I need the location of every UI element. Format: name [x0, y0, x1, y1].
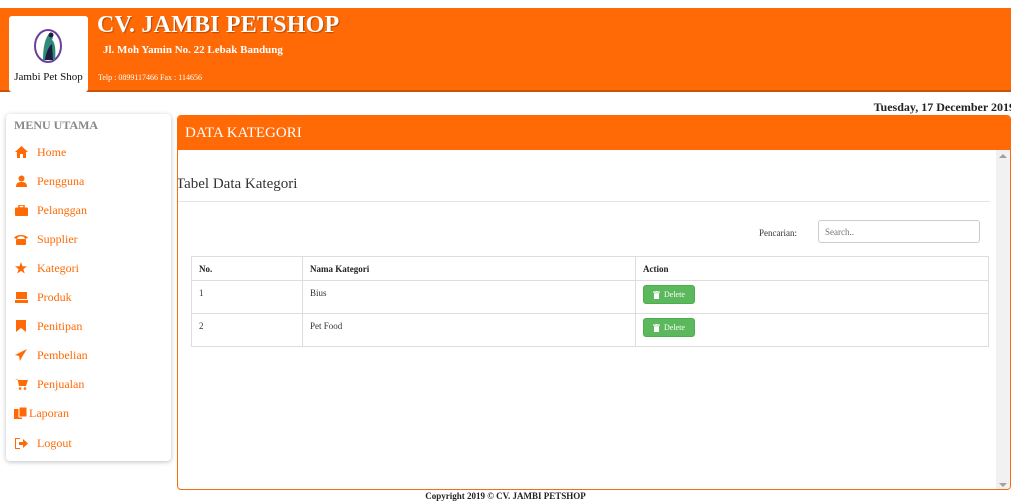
search-label: Pencarian:	[759, 228, 797, 238]
star-icon	[14, 261, 28, 275]
cell-nama: Pet Food	[302, 313, 636, 347]
table-header-row: No. Nama Kategori Action	[191, 256, 989, 281]
sidebar-item-kategori[interactable]: Kategori	[14, 257, 79, 279]
logout-icon	[14, 436, 28, 450]
sidebar-item-label: Penjualan	[37, 376, 85, 391]
brand-address: Jl. Moh Yamin No. 22 Lebak Bandung	[103, 44, 283, 56]
cart-icon	[14, 377, 28, 391]
sidebar-item-supplier[interactable]: Supplier	[14, 228, 78, 250]
sidebar-item-label: Pengguna	[37, 173, 85, 188]
cell-action: Delete	[635, 280, 989, 314]
pet-logo-icon	[34, 29, 62, 63]
sidebar-item-label: Produk	[37, 289, 72, 304]
sidebar-item-pelanggan[interactable]: Pelanggan	[14, 199, 87, 221]
sidebar-item-label: Kategori	[37, 260, 79, 275]
sidebar-item-label: Home	[37, 144, 67, 159]
current-date: Tuesday, 17 December 2019	[873, 100, 1011, 114]
delete-button[interactable]: Delete	[643, 285, 695, 304]
column-header-action[interactable]: Action	[635, 256, 989, 281]
table-row: 1 Bius Delete	[191, 280, 989, 314]
menu-title: MENU UTAMA	[14, 118, 99, 132]
user-icon	[14, 174, 28, 188]
delete-button-label: Delete	[664, 290, 685, 299]
column-header-no[interactable]: No.	[191, 256, 303, 281]
sidebar-item-logout[interactable]: Logout	[14, 432, 72, 454]
sidebar-item-label: Penitipan	[37, 318, 83, 333]
cell-no: 2	[191, 313, 303, 347]
hdd-icon	[14, 290, 28, 304]
send-icon	[14, 348, 28, 362]
delete-button[interactable]: Delete	[643, 318, 695, 337]
delete-button-label: Delete	[664, 323, 685, 332]
home-icon	[14, 145, 28, 159]
content-panel: DATA KATEGORI Tabel Data Kategori Pencar…	[177, 115, 1011, 490]
trash-icon	[653, 290, 660, 299]
cell-action: Delete	[635, 313, 989, 347]
sidebar-item-penjualan[interactable]: Penjualan	[14, 373, 84, 395]
sidebar-item-label: Laporan	[29, 405, 69, 420]
table-row: 2 Pet Food Delete	[191, 313, 989, 347]
sidebar-item-pembelian[interactable]: Pembelian	[14, 344, 88, 366]
brand-title: CV. JAMBI PETSHOP	[97, 12, 340, 38]
site-header: Jambi Pet Shop CV. JAMBI PETSHOP Jl. Moh…	[0, 8, 1011, 92]
sidebar-item-label: Supplier	[37, 231, 78, 246]
logo[interactable]: Jambi Pet Shop	[9, 16, 88, 92]
sidebar-item-penitipan[interactable]: Penitipan	[14, 315, 82, 337]
scroll-up-icon[interactable]	[999, 154, 1007, 158]
column-header-nama[interactable]: Nama Kategori	[302, 256, 636, 281]
logo-text: Jambi Pet Shop	[14, 71, 83, 83]
footer-copyright: Copyright 2019 © CV. JAMBI PETSHOP	[425, 491, 586, 501]
table-heading: Tabel Data Kategori	[177, 176, 298, 192]
kategori-table: No. Nama Kategori Action 1 Bius Delete 2…	[191, 256, 989, 347]
brand-phone: Telp : 0899117466 Fax : 114656	[98, 73, 202, 82]
bookmark-icon	[14, 319, 28, 333]
cell-no: 1	[191, 280, 303, 314]
sidebar-item-laporan[interactable]: Laporan	[14, 402, 69, 424]
sidebar-item-label: Pelanggan	[37, 202, 87, 217]
sidebar-item-home[interactable]: Home	[14, 141, 66, 163]
sidebar-item-label: Pembelian	[37, 347, 88, 362]
cell-nama: Bius	[302, 280, 636, 314]
vertical-scrollbar[interactable]	[996, 150, 1010, 489]
files-icon	[14, 406, 28, 420]
sidebar-item-produk[interactable]: Produk	[14, 286, 72, 308]
phone-icon	[14, 232, 28, 246]
sidebar: MENU UTAMA Home Pengguna Pelanggan Suppl…	[6, 114, 171, 461]
briefcase-icon	[14, 203, 28, 217]
search-input[interactable]	[818, 220, 980, 243]
sidebar-item-pengguna[interactable]: Pengguna	[14, 170, 84, 192]
heading-divider	[178, 201, 990, 202]
trash-icon	[653, 323, 660, 332]
sidebar-item-label: Logout	[37, 435, 72, 450]
scroll-down-icon[interactable]	[999, 483, 1007, 487]
